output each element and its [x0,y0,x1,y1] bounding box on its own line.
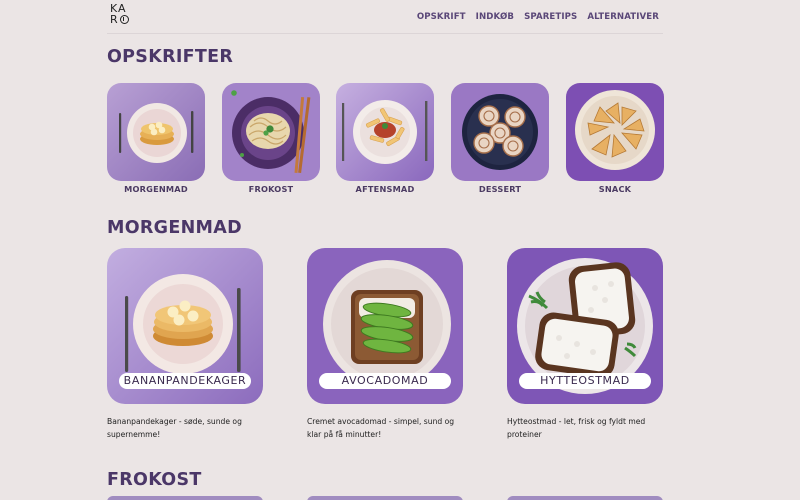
recipe-card-avocadomad[interactable]: AVOCADOMAD Cremet avocadomad - simpel, s… [307,248,463,441]
recipe-description: Bananpandekager - søde, sunde og superne… [107,417,242,439]
category-dessert[interactable]: DESSERT [451,83,549,194]
category-snack[interactable]: SNACK [566,83,664,194]
category-label: FROKOST [248,184,294,194]
recipe-title: BANANPANDEKAGER [119,373,251,389]
lunch-card-top-edge [307,496,463,500]
nav-link-indkob[interactable]: INDKØB [476,12,514,22]
brand-logo[interactable]: KA R [110,3,134,25]
category-label: MORGENMAD [124,184,188,194]
recipes-heading: OPSKRIFTER [107,47,234,67]
potato-wedges-icon [566,83,664,181]
penne-plate-icon [336,83,434,181]
recipe-title: AVOCADOMAD [319,373,451,389]
category-frokost[interactable]: FROKOST [222,83,320,194]
nav-link-sparetips[interactable]: SPARETIPS [524,12,577,22]
pasta-bowl-icon [222,83,320,181]
top-navigation-bar: KA R OPSKRIFT INDKØB SPARETIPS ALTERNATI… [107,0,663,34]
recipe-description: Hytteostmad - let, frisk og fyldt med pr… [507,417,646,439]
category-morgenmad[interactable]: MORGENMAD [107,83,205,194]
lunch-card-top-edge [107,496,263,500]
main-nav: OPSKRIFT INDKØB SPARETIPS ALTERNATIVER [417,12,659,22]
nav-link-alternativer[interactable]: ALTERNATIVER [587,12,659,22]
pancake-plate-icon [107,83,205,181]
recipe-image: AVOCADOMAD [307,248,463,404]
logo-ring-icon [119,15,129,24]
recipe-card-hytteostmad[interactable]: HYTTEOSTMAD Hytteostmad - let, frisk og … [507,248,663,441]
category-label: AFTENSMAD [355,184,415,194]
recipe-title: HYTTEOSTMAD [519,373,651,389]
cinnamon-rolls-icon [451,83,549,181]
logo-line-2: R [110,14,134,25]
category-aftensmad[interactable]: AFTENSMAD [336,83,434,194]
recipe-image: HYTTEOSTMAD [507,248,663,404]
breakfast-heading: MORGENMAD [107,218,242,238]
recipe-image: BANANPANDEKAGER [107,248,263,404]
lunch-card-top-edge [507,496,663,500]
recipe-description: Cremet avocadomad - simpel, sund og klar… [307,417,455,439]
category-label: DESSERT [478,184,522,194]
lunch-heading: FROKOST [107,470,202,490]
nav-link-opskrift[interactable]: OPSKRIFT [417,12,466,22]
category-label: SNACK [598,184,632,194]
recipe-card-bananpandekager[interactable]: BANANPANDEKAGER Bananpandekager - søde, … [107,248,263,441]
